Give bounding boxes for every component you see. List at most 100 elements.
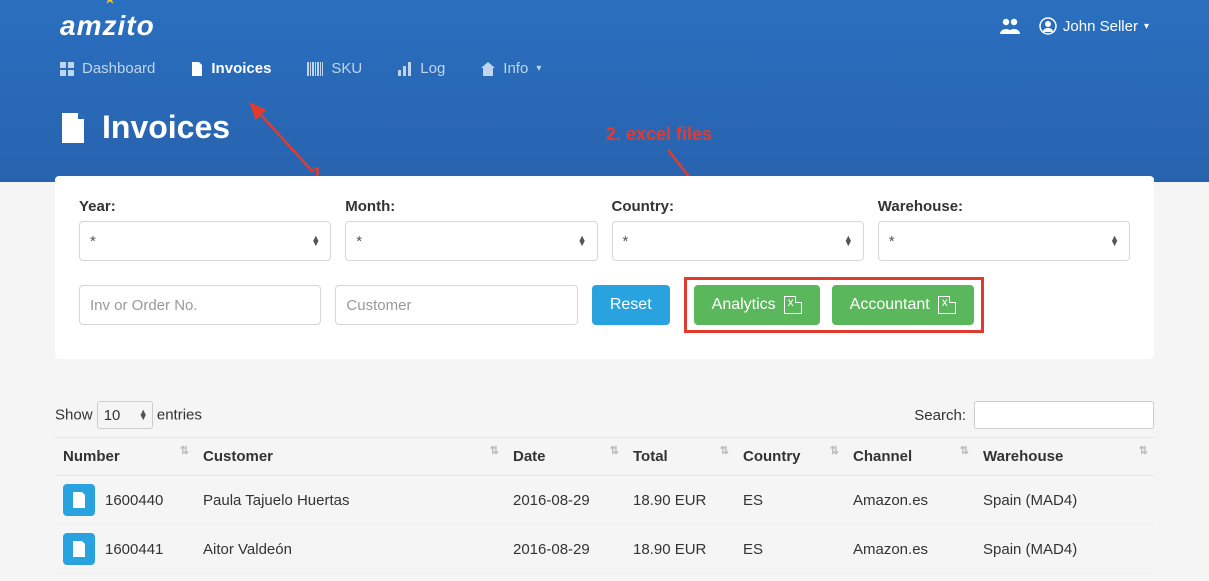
select-caret-icon: ▲▼ [844, 236, 853, 246]
home-icon [481, 62, 495, 76]
nav-sku[interactable]: SKU [307, 60, 362, 77]
sort-icon: ⇅ [830, 448, 839, 454]
search-input[interactable] [974, 401, 1154, 429]
month-value: * [356, 233, 362, 250]
col-warehouse-label: Warehouse [983, 448, 1063, 465]
table-row: 1600440 Paula Tajuelo Huertas 2016-08-29… [55, 476, 1154, 525]
select-caret-icon: ▲▼ [311, 236, 320, 246]
cell-country: ES [735, 525, 845, 574]
file-icon [72, 492, 86, 508]
col-customer[interactable]: Customer ⇅ [195, 438, 505, 476]
chevron-down-icon: ▾ [1144, 21, 1149, 32]
country-value: * [623, 233, 629, 250]
select-caret-icon: ▲▼ [1110, 236, 1119, 246]
cell-customer: Aitor Valdeón [195, 525, 505, 574]
col-country-label: Country [743, 448, 801, 465]
search-control: Search: [914, 401, 1154, 429]
nav-invoices[interactable]: Invoices [191, 60, 271, 77]
cell-warehouse: Spain (MAD4) [975, 476, 1154, 525]
barcode-icon [307, 62, 323, 76]
sort-icon: ⇅ [720, 448, 729, 454]
show-label: Show [55, 407, 93, 424]
cell-channel: Amazon.es [845, 476, 975, 525]
entries-value: 10 [104, 407, 121, 424]
select-caret-icon: ▲▼ [578, 236, 587, 246]
user-menu[interactable]: John Seller ▾ [1039, 17, 1149, 35]
excel-icon [938, 296, 956, 314]
file-icon [72, 541, 86, 557]
table-row: 1600441 Aitor Valdeón 2016-08-29 18.90 E… [55, 525, 1154, 574]
page-title: Invoices [102, 109, 230, 146]
logo: amz★ito [60, 10, 155, 42]
cell-date: 2016-08-29 [505, 525, 625, 574]
grid-icon [60, 62, 74, 76]
sort-icon: ⇅ [610, 448, 619, 454]
warehouse-label: Warehouse: [878, 198, 1130, 215]
invoices-table: Number⇅ Customer⇅ Date⇅ Total⇅ Country⇅ … [55, 437, 1154, 574]
user-avatar-icon [1039, 17, 1057, 35]
entries-select[interactable]: 10 ▲▼ [97, 401, 153, 429]
col-country[interactable]: Country ⇅ [735, 438, 845, 476]
analytics-label: Analytics [712, 296, 776, 314]
nav-log[interactable]: Log [398, 60, 445, 77]
search-label: Search: [914, 407, 966, 424]
country-select[interactable]: * ▲▼ [612, 221, 864, 261]
cell-total: 18.90 EUR [625, 525, 735, 574]
nav-info[interactable]: Info ▾ [481, 60, 541, 77]
nav-log-label: Log [420, 60, 445, 77]
col-total-label: Total [633, 448, 668, 465]
open-invoice-button[interactable] [63, 533, 95, 565]
reset-label: Reset [610, 296, 652, 314]
nav-dashboard[interactable]: Dashboard [60, 60, 155, 77]
chart-icon [398, 62, 412, 76]
sort-icon: ⇅ [960, 448, 969, 454]
warehouse-select[interactable]: * ▲▼ [878, 221, 1130, 261]
inv-order-input[interactable] [79, 285, 321, 325]
chevron-down-icon: ▾ [536, 63, 541, 74]
nav-invoices-label: Invoices [211, 60, 271, 77]
col-warehouse[interactable]: Warehouse ⇅ [975, 438, 1154, 476]
col-channel-label: Channel [853, 448, 912, 465]
warehouse-value: * [889, 233, 895, 250]
col-date[interactable]: Date ⇅ [505, 438, 625, 476]
cell-date: 2016-08-29 [505, 476, 625, 525]
cell-number: 1600441 [105, 541, 163, 558]
col-number[interactable]: Number ⇅ [55, 438, 195, 476]
excel-icon [784, 296, 802, 314]
analytics-button[interactable]: Analytics [694, 285, 820, 325]
month-label: Month: [345, 198, 597, 215]
cell-customer: Paula Tajuelo Huertas [195, 476, 505, 525]
nav-info-label: Info [503, 60, 528, 77]
users-icon[interactable] [999, 17, 1021, 35]
entries-control: Show 10 ▲▼ entries [55, 401, 202, 429]
accountant-button[interactable]: Accountant [832, 285, 974, 325]
cell-number: 1600440 [105, 492, 163, 509]
cell-channel: Amazon.es [845, 525, 975, 574]
year-select[interactable]: * ▲▼ [79, 221, 331, 261]
nav-sku-label: SKU [331, 60, 362, 77]
col-date-label: Date [513, 448, 546, 465]
nav-dashboard-label: Dashboard [82, 60, 155, 77]
sort-icon: ⇅ [180, 448, 189, 454]
filter-panel: Year: * ▲▼ Month: * ▲▼ Country: * ▲▼ [55, 176, 1154, 359]
sort-icon: ⇅ [490, 448, 499, 454]
reset-button[interactable]: Reset [592, 285, 670, 325]
col-total[interactable]: Total ⇅ [625, 438, 735, 476]
year-label: Year: [79, 198, 331, 215]
user-name: John Seller [1063, 18, 1138, 35]
year-value: * [90, 233, 96, 250]
cell-country: ES [735, 476, 845, 525]
col-customer-label: Customer [203, 448, 273, 465]
file-icon [191, 62, 203, 76]
country-label: Country: [612, 198, 864, 215]
customer-input[interactable] [335, 285, 577, 325]
open-invoice-button[interactable] [63, 484, 95, 516]
col-channel[interactable]: Channel ⇅ [845, 438, 975, 476]
col-number-label: Number [63, 448, 120, 465]
sort-icon: ⇅ [1139, 448, 1148, 454]
accountant-label: Accountant [850, 296, 930, 314]
cell-warehouse: Spain (MAD4) [975, 525, 1154, 574]
month-select[interactable]: * ▲▼ [345, 221, 597, 261]
entries-label: entries [157, 407, 202, 424]
select-caret-icon: ▲▼ [139, 410, 148, 420]
